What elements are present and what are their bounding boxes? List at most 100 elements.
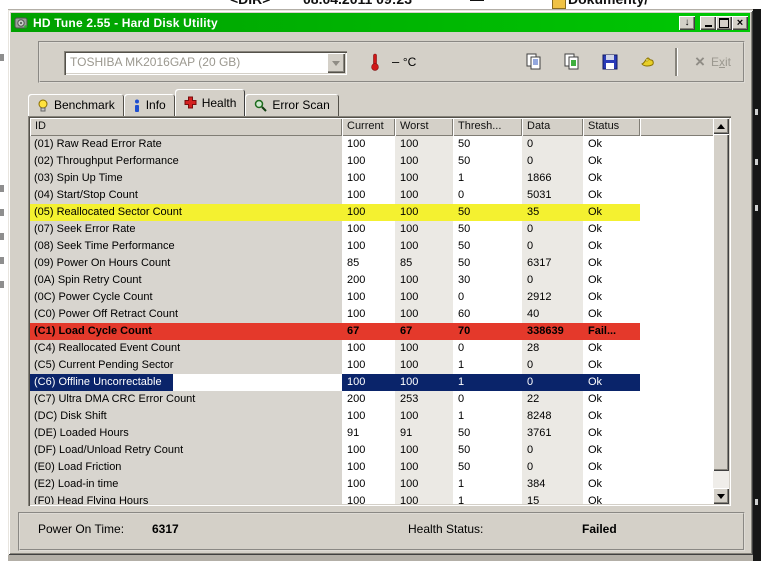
title-bar: HD Tune 2.55 - Hard Disk Utility ↓ ×: [11, 13, 750, 32]
tab-benchmark[interactable]: Benchmark: [28, 94, 124, 116]
cell-id: (05) Reallocated Sector Count: [30, 204, 342, 221]
cell-status: Ok: [583, 136, 640, 153]
table-row[interactable]: (E2) Load-in time 100 100 1 384 Ok: [30, 476, 729, 493]
cell-data: 384: [522, 476, 583, 493]
cell-thresh: 50: [453, 442, 522, 459]
exit-button[interactable]: × Exit: [695, 53, 731, 70]
tab-health[interactable]: Health: [174, 89, 246, 116]
table-row[interactable]: (C7) Ultra DMA CRC Error Count 200 253 0…: [30, 391, 729, 408]
cell-worst: 100: [395, 136, 453, 153]
chevron-down-icon: [332, 60, 340, 66]
cell-data: 2912: [522, 289, 583, 306]
temperature-value: –: [392, 54, 400, 69]
info-icon: [133, 99, 141, 112]
cell-worst: 100: [395, 272, 453, 289]
cell-current: 100: [342, 374, 395, 391]
cell-id: (E0) Load Friction: [30, 459, 342, 476]
tab-info[interactable]: Info: [123, 94, 175, 116]
cell-worst: 100: [395, 340, 453, 357]
table-row[interactable]: (C6) Offline Uncorrectable 100 100 1 0 O…: [30, 374, 729, 391]
cell-data: 15: [522, 493, 583, 504]
cell-current: 100: [342, 221, 395, 238]
cell-thresh: 50: [453, 136, 522, 153]
cell-current: 100: [342, 170, 395, 187]
cell-data: 40: [522, 306, 583, 323]
cell-data: 338639: [522, 323, 583, 340]
temperature-unit: °C: [402, 55, 417, 69]
drive-select-arrow[interactable]: [327, 53, 345, 73]
column-header-id[interactable]: ID: [30, 118, 342, 136]
cell-thresh: 50: [453, 221, 522, 238]
cell-current: 200: [342, 272, 395, 289]
table-row[interactable]: (F0) Head Flying Hours 100 100 1 15 Ok: [30, 493, 729, 504]
cell-status: Ok: [583, 459, 640, 476]
cell-current: 91: [342, 425, 395, 442]
cell-thresh: 0: [453, 340, 522, 357]
table-row[interactable]: (DE) Loaded Hours 91 91 50 3761 Ok: [30, 425, 729, 442]
options-icon: [641, 57, 654, 67]
table-row[interactable]: (07) Seek Error Rate 100 100 50 0 Ok: [30, 221, 729, 238]
options-button[interactable]: [637, 51, 659, 73]
background-datetime-text: 08.04.2011 09:23: [303, 0, 412, 7]
table-row[interactable]: (08) Seek Time Performance 100 100 50 0 …: [30, 238, 729, 255]
table-row[interactable]: (C5) Current Pending Sector 100 100 1 0 …: [30, 357, 729, 374]
cell-thresh: 50: [453, 153, 522, 170]
table-row[interactable]: (03) Spin Up Time 100 100 1 1866 Ok: [30, 170, 729, 187]
copy-screenshot-button[interactable]: [561, 51, 583, 73]
column-header-current[interactable]: Current: [342, 118, 395, 136]
cell-current: 100: [342, 459, 395, 476]
rollup-button[interactable]: ↓: [679, 15, 695, 30]
smart-table: ID Current Worst Thresh... Data Status (…: [28, 116, 731, 506]
cell-current: 100: [342, 238, 395, 255]
column-header-threshold[interactable]: Thresh...: [453, 118, 522, 136]
column-header-status[interactable]: Status: [583, 118, 640, 136]
column-header-worst[interactable]: Worst: [395, 118, 453, 136]
arrow-down-icon: [717, 493, 725, 499]
cell-thresh: 1: [453, 493, 522, 504]
scroll-up-button[interactable]: [713, 118, 729, 134]
tab-error-scan[interactable]: Error Scan: [245, 94, 339, 116]
table-row[interactable]: (0A) Spin Retry Count 200 100 30 0 Ok: [30, 272, 729, 289]
scroll-down-button[interactable]: [713, 488, 729, 504]
maximize-button[interactable]: [716, 15, 732, 30]
minimize-button[interactable]: [700, 15, 716, 30]
cell-thresh: 60: [453, 306, 522, 323]
scrollbar-thumb[interactable]: [713, 134, 729, 471]
background-dir-text: <DIR>: [230, 0, 270, 7]
drive-select[interactable]: TOSHIBA MK2016GAP (20 GB): [64, 51, 347, 75]
cell-thresh: 1: [453, 476, 522, 493]
table-row[interactable]: (DC) Disk Shift 100 100 1 8248 Ok: [30, 408, 729, 425]
table-row[interactable]: (C4) Reallocated Event Count 100 100 0 2…: [30, 340, 729, 357]
close-button[interactable]: ×: [732, 15, 748, 30]
table-body: (01) Raw Read Error Rate 100 100 50 0 Ok…: [30, 136, 729, 504]
table-row[interactable]: (01) Raw Read Error Rate 100 100 50 0 Ok: [30, 136, 729, 153]
table-row[interactable]: (C1) Load Cycle Count 67 67 70 338639 Fa…: [30, 323, 729, 340]
table-row[interactable]: (0C) Power Cycle Count 100 100 0 2912 Ok: [30, 289, 729, 306]
table-row[interactable]: (E0) Load Friction 100 100 50 0 Ok: [30, 459, 729, 476]
cell-worst: 100: [395, 153, 453, 170]
table-row[interactable]: (DF) Load/Unload Retry Count 100 100 50 …: [30, 442, 729, 459]
tab-label: Error Scan: [272, 98, 330, 112]
copy-text-button[interactable]: [523, 51, 545, 73]
health-cross-icon: [184, 96, 197, 109]
power-on-time-value: 6317: [152, 522, 179, 536]
table-row[interactable]: (09) Power On Hours Count 85 85 50 6317 …: [30, 255, 729, 272]
cell-id: (C1) Load Cycle Count: [30, 323, 342, 340]
save-screenshot-button[interactable]: [599, 51, 621, 73]
cell-id: (0A) Spin Retry Count: [30, 272, 342, 289]
cell-status: Ok: [583, 187, 640, 204]
table-row[interactable]: (02) Throughput Performance 100 100 50 0…: [30, 153, 729, 170]
cell-data: 3761: [522, 425, 583, 442]
cell-worst: 100: [395, 357, 453, 374]
cell-id: (C5) Current Pending Sector: [30, 357, 342, 374]
column-header-data[interactable]: Data: [522, 118, 583, 136]
table-row[interactable]: (05) Reallocated Sector Count 100 100 50…: [30, 204, 729, 221]
table-row[interactable]: (C0) Power Off Retract Count 100 100 60 …: [30, 306, 729, 323]
vertical-scrollbar[interactable]: [713, 118, 729, 504]
cell-data: 0: [522, 357, 583, 374]
cell-data: 22: [522, 391, 583, 408]
cell-id: (04) Start/Stop Count: [30, 187, 342, 204]
thermometer-icon: [370, 53, 380, 76]
table-row[interactable]: (04) Start/Stop Count 100 100 0 5031 Ok: [30, 187, 729, 204]
cell-worst: 100: [395, 493, 453, 504]
